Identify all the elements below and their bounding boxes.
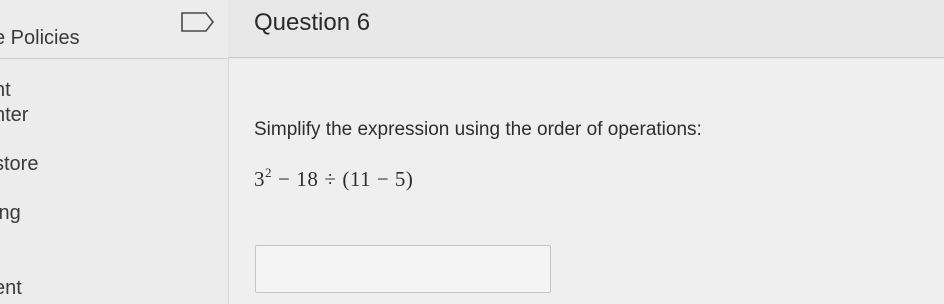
expression-base: 3 xyxy=(254,167,265,191)
question-prompt: Simplify the expression using the order … xyxy=(254,119,702,140)
sidebar-item-store[interactable]: store xyxy=(0,153,38,176)
answer-input[interactable] xyxy=(255,245,551,293)
expression-divide: ÷ xyxy=(324,167,337,191)
expression-minus: − xyxy=(278,167,291,191)
expression-exponent: 2 xyxy=(265,165,272,180)
bookmark-flag-icon[interactable] xyxy=(180,11,216,33)
question-header: Question 6 xyxy=(228,0,944,58)
sidebar-divider xyxy=(0,58,228,59)
sidebar-item-5[interactable]: ing xyxy=(0,202,21,225)
sidebar-item-2[interactable]: nt xyxy=(0,79,11,102)
expression-number: 18 xyxy=(296,167,319,191)
sidebar-item-3[interactable]: nter xyxy=(0,104,28,127)
math-expression: 32−18 ÷ (11 − 5) xyxy=(254,165,413,192)
sidebar-item-policies[interactable]: e Policies xyxy=(0,27,80,50)
question-title: Question 6 xyxy=(254,9,371,36)
expression-parenthetical: (11 − 5) xyxy=(342,167,414,191)
question-body: Simplify the expression using the order … xyxy=(228,59,944,304)
sidebar: e Policies nt nter store ing ent xyxy=(0,0,228,304)
sidebar-item-6[interactable]: ent xyxy=(0,277,22,300)
